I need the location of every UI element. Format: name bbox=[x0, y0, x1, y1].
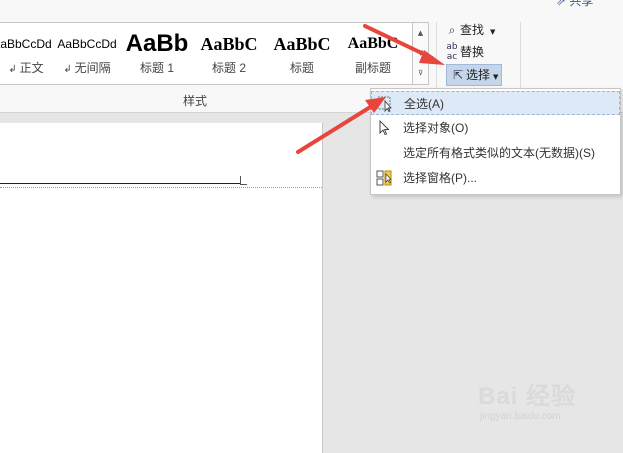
cell-end-mark bbox=[240, 176, 247, 185]
paragraph-mark-icon: ↲ bbox=[8, 64, 20, 75]
menu-item-select-objects[interactable]: 选择对象(O) bbox=[371, 116, 620, 140]
pointer-icon: ⇱ bbox=[452, 68, 464, 82]
menu-item-select-similar-formatting[interactable]: 选定所有格式类似的文本(无数据)(S) bbox=[371, 141, 620, 165]
style-name: ↲ 正文 bbox=[8, 61, 44, 75]
selection-pane-icon bbox=[376, 170, 392, 186]
document-page[interactable] bbox=[0, 123, 323, 453]
style-preview: AaBbCcDd bbox=[0, 37, 52, 51]
select-label: 选择 bbox=[466, 68, 491, 82]
watermark-url: jingyan.baidu.com bbox=[480, 411, 561, 422]
menu-item-label: 选择窗格(P)... bbox=[403, 171, 477, 185]
style-preview: AaBbCcDd bbox=[57, 37, 117, 51]
menu-item-select-all[interactable]: 全选(A) bbox=[371, 91, 620, 115]
dropdown-arrow-icon: ▼ bbox=[490, 28, 496, 36]
style-preview: AaBbC bbox=[273, 34, 331, 54]
paragraph-mark-icon: ↲ bbox=[63, 64, 75, 75]
replace-button[interactable]: ab ac 替换 bbox=[444, 42, 484, 62]
style-name: ↲ 无间隔 bbox=[63, 61, 111, 75]
dropdown-arrow-icon: ▼ bbox=[493, 73, 499, 81]
style-name: 标题 1 bbox=[139, 61, 174, 75]
share-button[interactable]: ⇗ 共享 bbox=[556, 0, 593, 9]
styles-group-label: 样式 bbox=[182, 94, 207, 108]
style-name: 副标题 bbox=[354, 61, 391, 75]
menu-item-label: 全选(A) bbox=[404, 97, 444, 111]
style-name: 标题 bbox=[289, 61, 314, 75]
style-no-spacing[interactable]: AaBbCcDd ↲ 无间隔 bbox=[54, 23, 120, 84]
gallery-scroll: ▲ ▼ ⊽ bbox=[412, 22, 429, 85]
select-all-icon bbox=[377, 96, 392, 112]
style-subtitle[interactable]: AaBbC 副标题 bbox=[342, 23, 404, 84]
pointer-icon bbox=[379, 120, 390, 136]
search-icon: ⌕ bbox=[448, 23, 456, 37]
style-title[interactable]: AaBbC 标题 bbox=[270, 23, 334, 84]
watermark-logo: Bai 经验 bbox=[478, 383, 577, 410]
style-heading-2[interactable]: AaBbC 标题 2 bbox=[197, 23, 261, 84]
find-button[interactable]: ⌕ 查找 ▼ bbox=[444, 20, 496, 40]
scroll-up-icon[interactable]: ▲ bbox=[413, 23, 428, 43]
style-preview: AaBb bbox=[125, 31, 189, 57]
baidu-watermark: Bai 经验 jingyan.baidu.com bbox=[478, 376, 618, 436]
style-preview: AaBbC bbox=[347, 35, 399, 52]
table-border-line bbox=[0, 183, 241, 184]
menu-item-selection-pane[interactable]: 选择窗格(P)... bbox=[371, 166, 620, 190]
more-styles-icon[interactable]: ⊽ bbox=[413, 63, 428, 83]
text-boundary-line bbox=[0, 187, 322, 188]
replace-icon: ab ac bbox=[446, 42, 458, 62]
select-button[interactable]: ⇱ 选择 ▼ bbox=[446, 64, 503, 86]
scroll-down-icon[interactable]: ▼ bbox=[413, 43, 428, 63]
select-dropdown-menu: 全选(A) 选择对象(O) 选定所有格式类似的文本(无数据)(S) 选择窗格(P… bbox=[370, 88, 621, 195]
share-icon: ⇗ bbox=[556, 0, 567, 8]
style-heading-1[interactable]: AaBb 标题 1 bbox=[124, 23, 190, 84]
menu-item-label: 选择对象(O) bbox=[403, 121, 469, 135]
style-normal[interactable]: AaBbCcDd ↲ 正文 bbox=[0, 23, 52, 84]
share-label: 共享 bbox=[569, 0, 594, 8]
find-label: 查找 bbox=[460, 23, 485, 37]
style-name: 标题 2 bbox=[211, 61, 246, 75]
replace-label: 替换 bbox=[460, 45, 485, 59]
style-preview: AaBbC bbox=[200, 34, 258, 54]
menu-item-label: 选定所有格式类似的文本(无数据)(S) bbox=[403, 146, 595, 160]
styles-gallery: AaBbCcDd ↲ 正文 AaBbCcDd ↲ 无间隔 AaBb 标题 1 A… bbox=[0, 22, 413, 85]
